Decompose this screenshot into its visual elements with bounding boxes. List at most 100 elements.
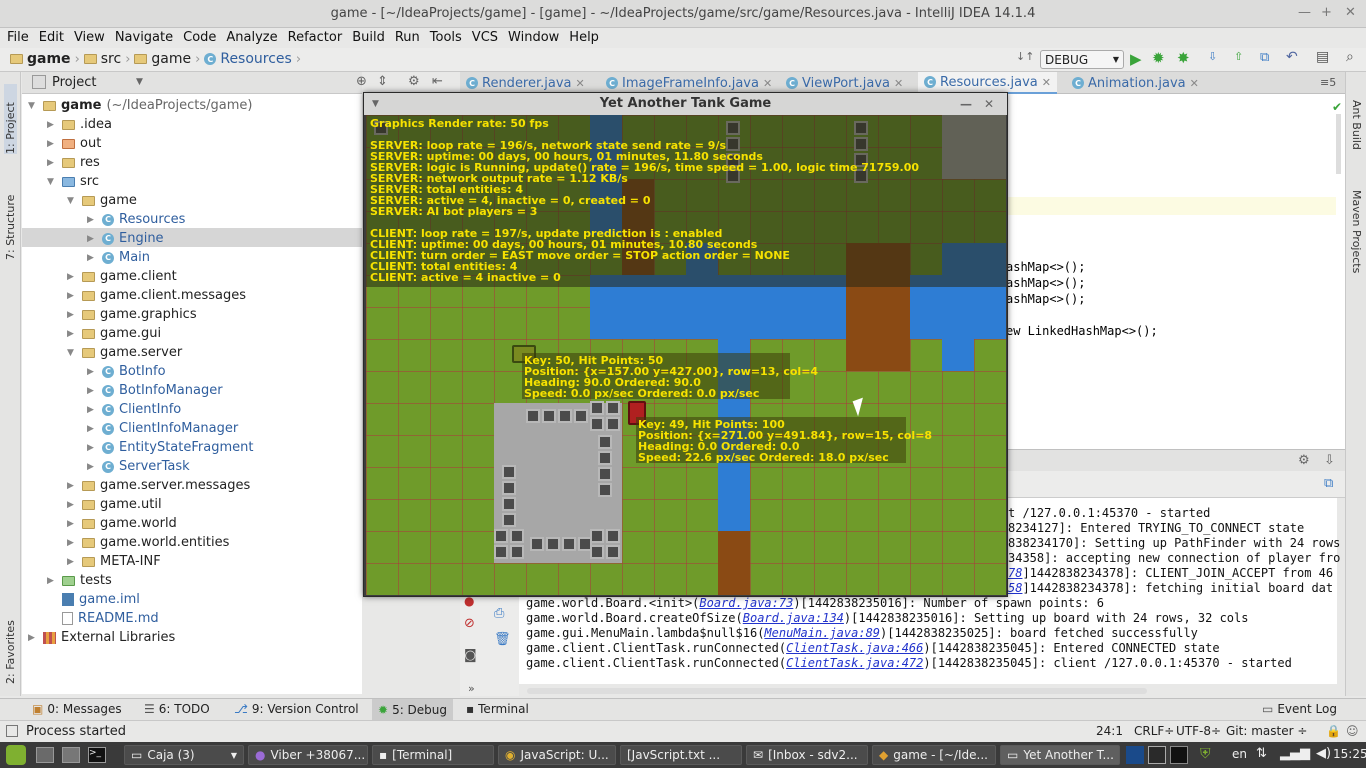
show-desktop-icon[interactable] xyxy=(36,747,54,763)
lock-icon[interactable]: 🔒 xyxy=(1326,724,1341,738)
vcs-commit-icon[interactable]: ⇧ xyxy=(1234,50,1243,63)
structure-icon[interactable]: ▤ xyxy=(1316,49,1329,65)
ant-build-tool-button[interactable]: Ant Build xyxy=(1350,100,1363,180)
tree-item-entitystatefragment[interactable]: ▶ C EntityStateFragment xyxy=(87,438,253,457)
terminal-tool-button[interactable]: ▪ Terminal xyxy=(466,702,529,716)
horizontal-scrollbar[interactable] xyxy=(527,688,1147,694)
debug-icon[interactable]: ✹ xyxy=(1152,49,1165,67)
minimize-icon[interactable]: — xyxy=(960,93,972,115)
tree-item-game-gui[interactable]: ▶ game.gui xyxy=(67,324,161,343)
tab-renderer[interactable]: C Renderer.java ✕ xyxy=(460,72,591,94)
camera-icon[interactable]: ◙ xyxy=(464,648,477,663)
tree-item-external-libraries[interactable]: ▶ External Libraries xyxy=(28,628,175,647)
menu-edit[interactable]: Edit xyxy=(34,28,69,48)
tree-item-src[interactable]: ▼ src xyxy=(47,172,99,191)
console-link[interactable]: 78 xyxy=(1008,566,1022,580)
tree-item-readme[interactable]: README.md xyxy=(47,609,159,628)
coverage-icon[interactable]: ✸ xyxy=(1177,49,1190,67)
favorites-tool-button[interactable]: 2: Favorites xyxy=(4,604,17,684)
tree-item-game-iml[interactable]: game.iml xyxy=(47,590,140,609)
minimize-icon[interactable]: — xyxy=(1298,5,1311,20)
tree-item-clientinfo[interactable]: ▶ C ClientInfo xyxy=(87,400,181,419)
console-link[interactable]: 58 xyxy=(1008,581,1022,595)
console-link[interactable]: Board.java:73 xyxy=(699,596,793,610)
menu-analyze[interactable]: Analyze xyxy=(221,28,282,48)
menu-run[interactable]: Run xyxy=(390,28,425,48)
line-separator[interactable]: CRLF÷ xyxy=(1134,724,1174,738)
console-link[interactable]: ClientTask.java:472 xyxy=(786,656,923,670)
tab-resources[interactable]: C Resources.java ✕ xyxy=(918,72,1057,94)
game-window[interactable]: Yet Another Tank Game ▼ — ✕ Graphics Ren… xyxy=(363,92,1008,597)
taskbar-item-viber[interactable]: ● Viber +38067... xyxy=(248,745,368,765)
tree-item-out[interactable]: ▶ out xyxy=(47,134,101,153)
mute-breakpoints-icon[interactable]: ⊘ xyxy=(464,616,475,631)
breadcrumb-class[interactable]: Resources xyxy=(220,51,292,67)
shield-icon[interactable]: ⛨ xyxy=(1200,746,1211,762)
network-icon[interactable]: ⇅ xyxy=(1256,746,1267,761)
version-control-tool-button[interactable]: ⎇ 9: Version Control xyxy=(234,702,359,716)
file-encoding[interactable]: UTF-8÷ xyxy=(1176,724,1221,738)
inspector-icon[interactable]: ☺ xyxy=(1346,724,1359,738)
vcs-update-icon[interactable]: ⇩ xyxy=(1208,50,1217,63)
close-tab-icon[interactable]: ✕ xyxy=(576,77,585,90)
menu-help[interactable]: Help xyxy=(564,28,604,48)
menu-build[interactable]: Build xyxy=(347,28,390,48)
console-link[interactable]: MenuMain.java:89 xyxy=(764,626,880,640)
close-tab-icon[interactable]: ✕ xyxy=(894,77,903,90)
taskbar-item-chrome[interactable]: ◉ JavaScript: U... xyxy=(498,745,616,765)
tree-item-clientinfomanager[interactable]: ▶ C ClientInfoManager xyxy=(87,419,238,438)
breadcrumb-game[interactable]: game xyxy=(27,51,71,67)
window-menu-icon[interactable]: ▼ xyxy=(372,93,379,115)
close-tab-icon[interactable]: ✕ xyxy=(763,77,772,90)
taskbar-item-inbox[interactable]: ✉ [Inbox - sdv2... xyxy=(746,745,868,765)
maven-tool-button[interactable]: Maven Projects xyxy=(1350,190,1363,290)
project-tool-button[interactable]: 1: Project xyxy=(4,84,17,154)
taskbar-item-text-editor[interactable]: [JavScript.txt ... xyxy=(620,745,742,765)
debug-tool-button[interactable]: ✹ 5: Debug xyxy=(372,699,454,721)
close-tab-icon[interactable]: ✕ xyxy=(1042,76,1051,89)
tree-item-botinfo[interactable]: ▶ C BotInfo xyxy=(87,362,166,381)
menu-code[interactable]: Code xyxy=(178,28,221,48)
tree-item-meta-inf[interactable]: ▶ META-INF xyxy=(67,552,161,571)
menu-vcs[interactable]: VCS xyxy=(467,28,503,48)
event-log-tool-button[interactable]: ▭ Event Log xyxy=(1262,702,1337,716)
console-link[interactable]: ClientTask.java:466 xyxy=(786,641,923,655)
tree-item-game-server-messages[interactable]: ▶ game.server.messages xyxy=(67,476,250,495)
maximize-icon[interactable]: + xyxy=(1321,5,1332,20)
menu-file[interactable]: File xyxy=(2,28,34,48)
print-icon[interactable]: ⎙ xyxy=(494,606,504,621)
tree-item-game-util[interactable]: ▶ game.util xyxy=(67,495,162,514)
tree-item-game-server[interactable]: ▼ game.server xyxy=(67,343,182,362)
compare-icon[interactable]: ⧉ xyxy=(1260,50,1269,65)
tree-item-game-graphics[interactable]: ▶ game.graphics xyxy=(67,305,197,324)
workspace-3-icon[interactable] xyxy=(1170,746,1188,764)
tree-item-game-world-entities[interactable]: ▶ game.world.entities xyxy=(67,533,229,552)
run-icon[interactable]: ▶ xyxy=(1130,50,1142,68)
menu-view[interactable]: View xyxy=(69,28,110,48)
close-icon[interactable]: ✕ xyxy=(984,93,994,115)
taskbar-item-terminal[interactable]: ▪ [Terminal] xyxy=(372,745,494,765)
tree-item-idea[interactable]: ▶ .idea xyxy=(47,115,112,134)
taskbar-item-tank-game[interactable]: ▭ Yet Another T... xyxy=(1000,745,1120,765)
breadcrumb-package[interactable]: game xyxy=(151,51,191,67)
close-icon[interactable]: ✕ xyxy=(1345,5,1356,20)
target-icon[interactable]: ⊕ xyxy=(356,74,367,89)
mint-menu-icon[interactable] xyxy=(6,745,26,765)
collapse-all-icon[interactable]: ⇕ xyxy=(377,74,388,89)
workspace-2-icon[interactable] xyxy=(1148,746,1166,764)
tab-viewport[interactable]: C ViewPort.java ✕ xyxy=(780,72,909,94)
structure-tool-button[interactable]: 7: Structure xyxy=(4,180,17,260)
file-manager-icon[interactable] xyxy=(62,747,80,763)
tree-item-game-world[interactable]: ▶ game.world xyxy=(67,514,177,533)
messages-tool-button[interactable]: ▣ 0: Messages xyxy=(32,702,122,716)
tab-animation[interactable]: C Animation.java ✕ xyxy=(1066,72,1205,94)
taskbar-item-caja[interactable]: ▭ Caja (3) ▼ xyxy=(124,745,244,765)
tree-item-botinfomanager[interactable]: ▶ C BotInfoManager xyxy=(87,381,223,400)
tree-item-engine[interactable]: ▶ C Engine xyxy=(87,229,164,248)
game-canvas[interactable]: Graphics Render rate: 50 fps SERVER: loo… xyxy=(366,115,1006,595)
taskbar-item-intellij[interactable]: ◆ game - [~/Ide... xyxy=(872,745,996,765)
hide-icon[interactable]: ⇩ xyxy=(1324,453,1335,468)
tree-item-res[interactable]: ▶ res xyxy=(47,153,100,172)
terminal-launcher-icon[interactable]: >_ xyxy=(88,747,106,763)
console-link[interactable]: Board.java:134 xyxy=(743,611,844,625)
